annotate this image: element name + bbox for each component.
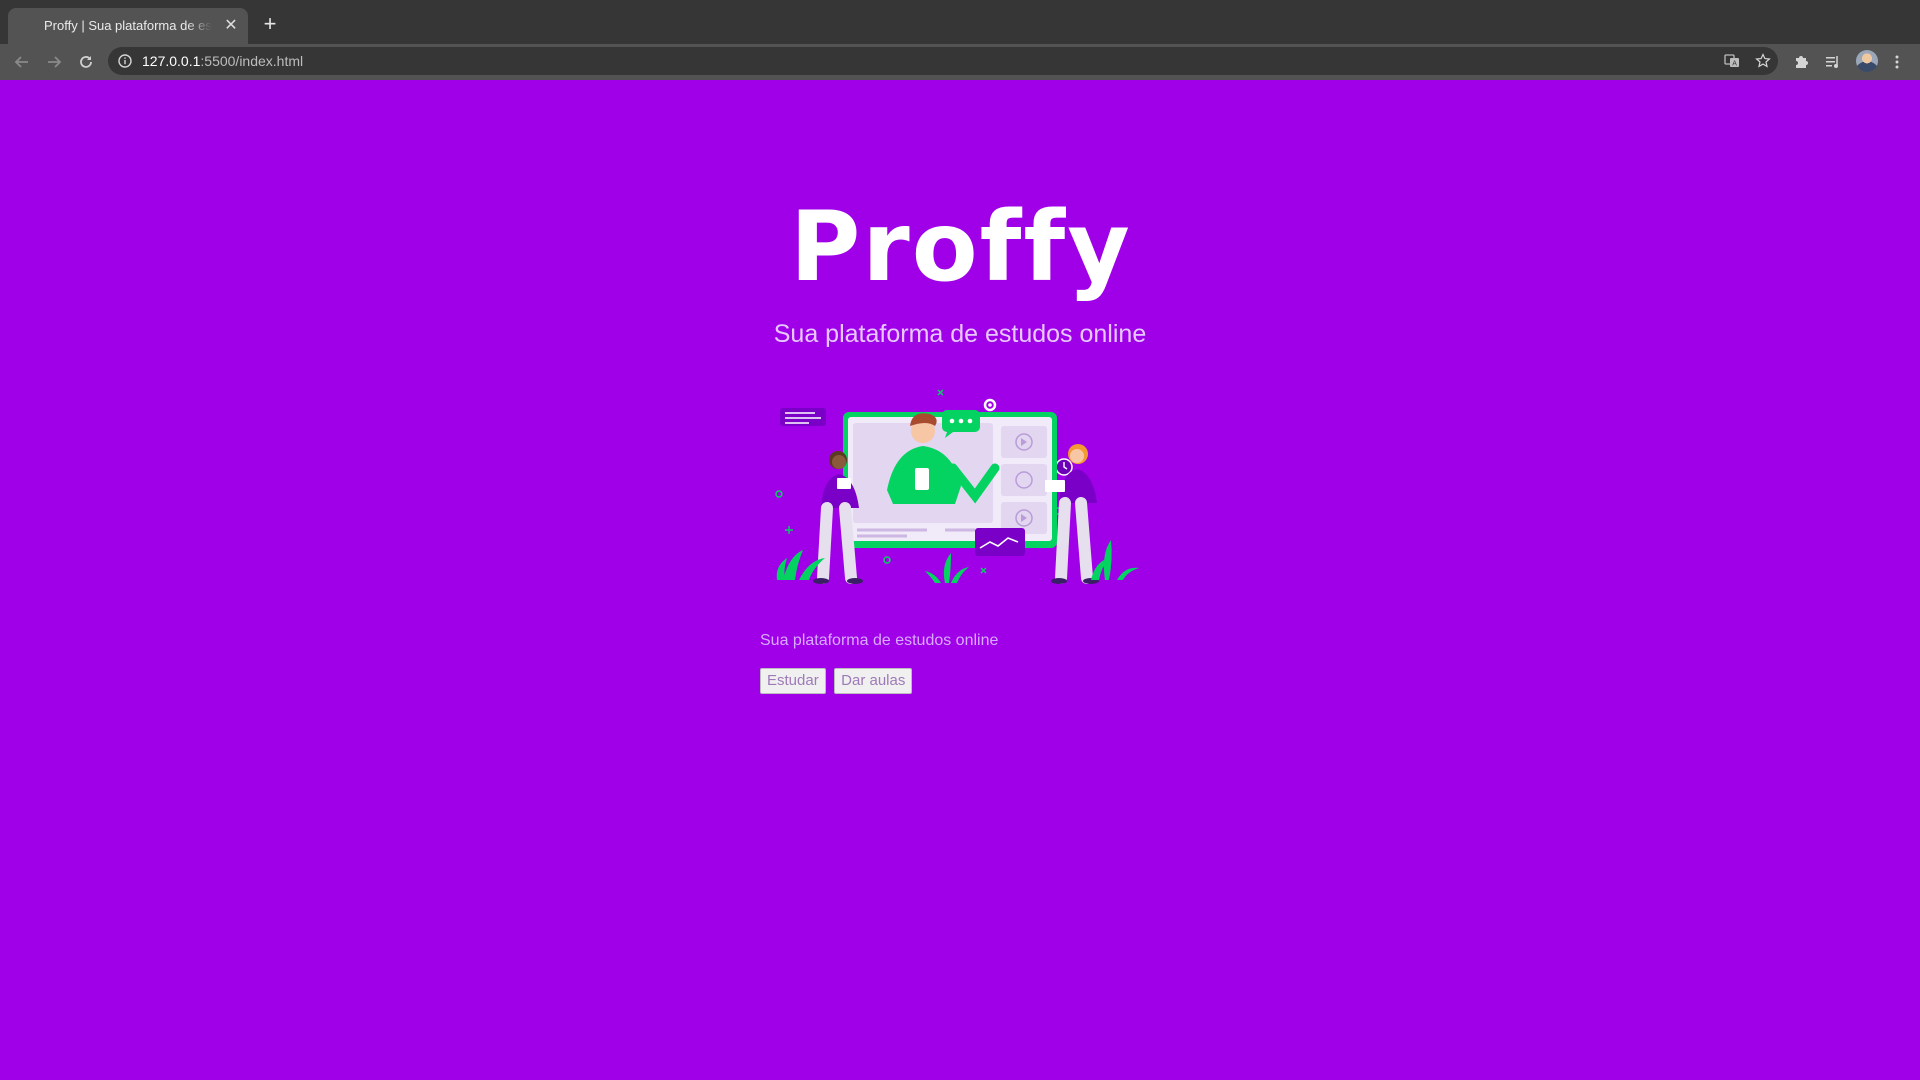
- close-tab-icon[interactable]: ✕: [222, 17, 240, 35]
- favicon-icon: [20, 19, 36, 35]
- browser-tab[interactable]: Proffy | Sua plataforma de estudos onlin…: [8, 8, 248, 44]
- browser-tab-strip: Proffy | Sua plataforma de estudos onlin…: [0, 0, 1920, 44]
- translate-icon[interactable]: A: [1722, 51, 1742, 71]
- reload-icon[interactable]: [74, 50, 98, 74]
- media-playlist-icon[interactable]: [1822, 51, 1844, 73]
- action-buttons: Estudar Dar aulas: [760, 668, 916, 694]
- study-button[interactable]: Estudar: [760, 668, 826, 694]
- teach-button[interactable]: Dar aulas: [834, 668, 913, 694]
- profile-avatar[interactable]: [1856, 50, 1878, 72]
- forward-icon[interactable]: [42, 50, 66, 74]
- hero-illustration: [775, 389, 1139, 584]
- info-icon[interactable]: [118, 54, 132, 68]
- page-tagline: Sua plataforma de estudos online: [773, 320, 1147, 348]
- extensions-puzzle-icon[interactable]: [1790, 51, 1812, 73]
- url-host: 127.0.0.1: [142, 53, 201, 69]
- address-bar[interactable]: 127.0.0.1:5500/index.html A: [108, 47, 1778, 75]
- svg-text:A: A: [1732, 61, 1737, 68]
- page-body: Proffy Sua plataforma de estudos online: [0, 80, 1920, 1080]
- proffy-logo: Proffy: [790, 191, 1132, 303]
- browser-toolbar: 127.0.0.1:5500/index.html A: [0, 44, 1920, 80]
- url-path: :5500/index.html: [200, 53, 304, 69]
- tab-title: Proffy | Sua plataforma de estudos onlin…: [44, 18, 212, 33]
- page-subtitle: Sua plataforma de estudos online: [760, 632, 999, 649]
- back-icon[interactable]: [10, 50, 34, 74]
- new-tab-icon[interactable]: +: [258, 12, 282, 36]
- kebab-menu-icon[interactable]: [1886, 51, 1908, 73]
- bookmark-star-icon[interactable]: [1753, 51, 1773, 71]
